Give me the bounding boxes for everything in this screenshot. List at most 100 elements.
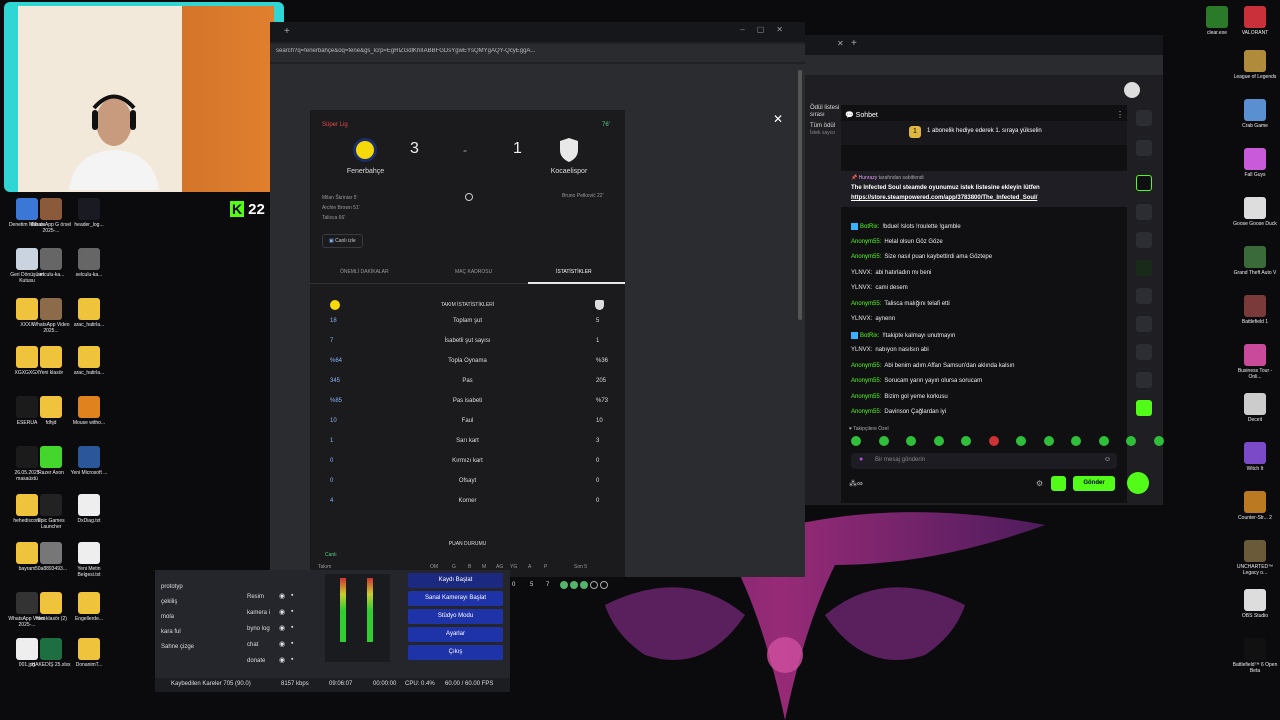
source-item[interactable]: chat ◉ ▪	[235, 640, 315, 652]
kick-tool-icon[interactable]	[1136, 400, 1152, 416]
emote-icon[interactable]	[988, 436, 999, 446]
obs-control-button[interactable]: Sanal Kamerayı Başlat	[408, 591, 503, 606]
desktop-icon[interactable]: selculu-ka...	[66, 248, 112, 278]
live-watch-button[interactable]: ▣ Canlı izle	[322, 234, 363, 248]
close-tab-icon[interactable]: ✕	[837, 39, 844, 48]
address-url[interactable]: search?q=fenerbahçe&oq=fene&gs_lcrp=EgRl…	[276, 48, 596, 54]
eye-icon[interactable]: ◉	[279, 624, 285, 632]
eye-icon[interactable]: ◉	[279, 640, 285, 648]
copy-icon[interactable]	[1136, 232, 1152, 248]
desktop-icon[interactable]: Engellerde...	[66, 592, 112, 622]
scene-item[interactable]: kara ful	[161, 629, 181, 635]
chat-message[interactable]: Anonym55: Size nasıl puan kaybettirdi ama…	[851, 254, 992, 260]
audio-mixer[interactable]	[325, 574, 390, 662]
obs-control-button[interactable]: Kaydı Başlat	[408, 573, 503, 588]
desktop-icon[interactable]: League of Legends	[1232, 50, 1278, 80]
puzzle-icon[interactable]	[1136, 372, 1152, 388]
info-icon[interactable]	[1136, 110, 1152, 126]
chat-username[interactable]: Anonym55:	[851, 254, 881, 260]
desktop-icon[interactable]: OBS Studio	[1232, 589, 1278, 619]
source-item[interactable]: kamera i ◉ ▪	[235, 608, 315, 620]
chat-message[interactable]: Anonym55: Bizim gol yeme korkusu	[851, 394, 948, 400]
chat-tool-icon[interactable]	[1136, 260, 1152, 276]
mic-icon[interactable]: ●	[859, 456, 863, 463]
eye-icon[interactable]: ◉	[279, 592, 285, 600]
emote-icon[interactable]	[906, 436, 916, 446]
browser-window-kick[interactable]: ✕ + Ödül listesi sırası Tüm ödül İstek sa…	[805, 35, 1164, 505]
chat-settings-icon[interactable]: ⁂∞	[849, 479, 863, 488]
away-team-name[interactable]: Kocaelispor	[538, 168, 600, 175]
desktop-icon[interactable]: Crab Game	[1232, 99, 1278, 129]
pinned-link[interactable]: https://store.steampowered.com/app/37838…	[851, 195, 1037, 201]
scene-item[interactable]: çekiliş	[161, 599, 177, 605]
source-item[interactable]: donate ◉ ▪	[235, 656, 315, 668]
lock-icon[interactable]: ▪	[291, 624, 293, 631]
desktop-icon[interactable]: Business Tour - Onli...	[1232, 344, 1278, 380]
window-controls[interactable]: ‒▢✕	[740, 25, 795, 34]
desktop-icon[interactable]: Yeni Metin Belgesi.txt	[66, 542, 112, 578]
chat-username[interactable]: Anonym55:	[851, 378, 881, 384]
tab-strip[interactable]: + ‒▢✕	[270, 22, 805, 42]
emote-icon[interactable]	[1043, 436, 1054, 446]
desktop-icon[interactable]: arac_hatirla...	[66, 298, 112, 328]
emote-icon[interactable]	[1016, 436, 1026, 446]
obs-control-button[interactable]: Çıkış	[408, 645, 503, 660]
desktop-icon[interactable]: Goose Goose Duck	[1232, 197, 1278, 227]
desktop-icon[interactable]: Mouse witho...	[66, 396, 112, 426]
emote-icon[interactable]	[961, 436, 971, 446]
eye-icon[interactable]: ◉	[279, 608, 285, 616]
league-name[interactable]: Süper Lig	[322, 122, 348, 128]
obs-control-button[interactable]: Stüdyo Modu	[408, 609, 503, 624]
chat-message[interactable]: YLNVX: abi hatırladın mı beni	[851, 270, 931, 276]
home-team-name[interactable]: Fenerbahçe	[338, 168, 393, 175]
emote-icon[interactable]	[1098, 436, 1109, 446]
desktop-icon[interactable]: Fall Guys	[1232, 148, 1278, 178]
desktop-icon[interactable]: arac_hatirla...	[66, 346, 112, 376]
pin-tool-icon[interactable]	[1136, 204, 1152, 220]
source-item[interactable]: byno log ◉ ▪	[235, 624, 315, 636]
tab-stats[interactable]: İSTATİSTİKLER	[556, 269, 592, 275]
pinned-message[interactable]: 📌 Hunrazy tarafından sabitlendi The Infe…	[841, 171, 1127, 207]
chat-username[interactable]: YLNVX:	[851, 285, 872, 291]
desktop-icon[interactable]: DxDiag.txt	[66, 494, 112, 524]
emote-icon[interactable]	[1126, 436, 1136, 446]
address-bar[interactable]	[805, 55, 1163, 75]
scene-item[interactable]: mola	[161, 614, 174, 620]
obs-control-button[interactable]: Ayarlar	[408, 627, 503, 642]
chat-message[interactable]: YLNVX: nabıyon nasılsın abi	[851, 347, 929, 353]
scene-item[interactable]: Sahne çizge	[161, 644, 194, 650]
chat-message[interactable]: YLNVX: aynenn	[851, 316, 895, 322]
emoji-icon[interactable]: ☺	[1104, 456, 1111, 463]
link-icon[interactable]	[1136, 288, 1152, 304]
chat-username[interactable]: Anonym55:	[851, 394, 881, 400]
chat-username[interactable]: BotRix:	[860, 333, 879, 339]
desktop-icon[interactable]: Counter-Str... 2	[1232, 491, 1278, 521]
emote-icon[interactable]	[1071, 436, 1081, 446]
lock-icon[interactable]: ▪	[291, 592, 293, 599]
edit-icon[interactable]	[1136, 140, 1152, 156]
new-tab-icon[interactable]: +	[851, 38, 857, 49]
obs-window[interactable]: prototyp çekiliş mola kara ful Sahne çizge R…	[155, 570, 510, 692]
chat-menu-icon[interactable]: ⋮	[1116, 110, 1124, 119]
fullscreen-icon[interactable]	[1136, 175, 1152, 191]
desktop-icon[interactable]: Grand Theft Auto V	[1232, 246, 1278, 276]
desktop-icon[interactable]: Yeni Microsoft ...	[66, 446, 112, 476]
chat-username[interactable]: YLNVX:	[851, 270, 872, 276]
list-icon[interactable]	[1136, 316, 1152, 332]
chat-message[interactable]: Anonym55: Davinson Çağlardan iyi	[851, 409, 946, 415]
chat-message[interactable]: Anonym55: Helal olsun Göz Göze	[851, 239, 943, 245]
chat-message[interactable]: Anonym55: Talisca malığını telafi etti	[851, 301, 950, 307]
avatar[interactable]	[1124, 82, 1140, 98]
chat-username[interactable]: Anonym55:	[851, 363, 881, 369]
chat-username[interactable]: YLNVX:	[851, 316, 872, 322]
kick-chat-bubble-icon[interactable]	[1127, 472, 1149, 494]
chat-message[interactable]: Anonym55: Abi benim adım Affan Samsun'dan…	[851, 363, 1014, 369]
eye-icon[interactable]: ◉	[279, 656, 285, 664]
gift-banner[interactable]: 1 1 abonelik hediye ederek 1. sıraya yük…	[841, 121, 1127, 145]
desktop-icon[interactable]: UNCHARTED™ Legacy o...	[1232, 540, 1278, 576]
close-icon[interactable]: ✕	[773, 112, 783, 126]
lock-icon[interactable]: ▪	[291, 656, 293, 663]
scene-item[interactable]: prototyp	[161, 584, 183, 590]
desktop-icon[interactable]: Witch It	[1232, 442, 1278, 472]
chat-username[interactable]: Anonym55:	[851, 301, 881, 307]
